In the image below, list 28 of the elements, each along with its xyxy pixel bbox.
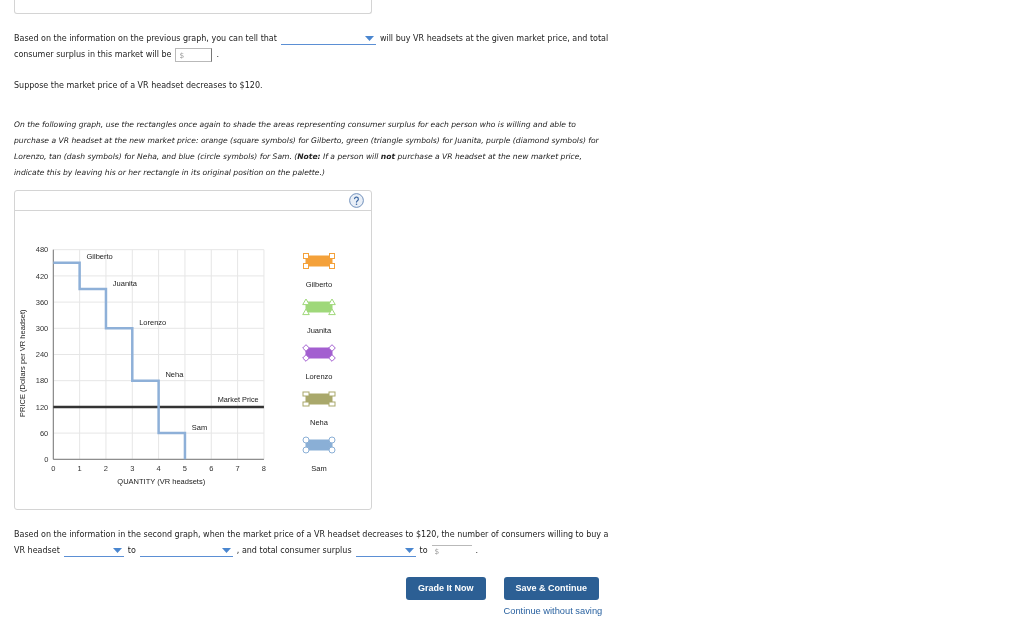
rectangle-square-handles-icon[interactable] — [301, 252, 337, 270]
question-text: . — [475, 545, 479, 557]
rectangle-triangle-handles-icon[interactable] — [301, 298, 337, 316]
question-text: to — [127, 545, 136, 557]
question-text: consumer surplus in this market will be — [14, 49, 172, 61]
question-text: to — [419, 545, 428, 557]
question-text: will buy VR headsets at the given market price, and total — [379, 33, 609, 45]
rectangle-dash-handles-icon[interactable] — [301, 390, 337, 408]
answer-dropdown[interactable] — [355, 545, 416, 557]
caret-down-icon — [221, 548, 231, 553]
answer-dropdown[interactable] — [280, 33, 376, 45]
continue-link[interactable]: Continue without saving — [503, 605, 603, 617]
rectangle-circle-handles-icon[interactable] — [301, 436, 337, 454]
grade-button[interactable]: Grade It Now — [406, 577, 486, 600]
answer-dropdown[interactable] — [139, 545, 233, 557]
caret-down-icon — [112, 548, 122, 553]
question-text: , and total consumer surplus — [236, 545, 352, 557]
rectangle-diamond-handles-icon[interactable] — [301, 344, 337, 362]
save-continue-button[interactable]: Save & Continue — [503, 577, 600, 600]
answer-dropdown[interactable] — [63, 545, 124, 557]
caret-down-icon — [404, 548, 414, 553]
caret-down-icon — [364, 36, 374, 41]
question-text: Based on the information on the previous graph, you can tell that — [14, 33, 277, 45]
question-text: Based on the information in the second graph, when the market price of a VR headset decreases to $120, the number of consumers willing to buy a — [14, 529, 609, 541]
question-text: . — [216, 49, 219, 61]
help-icon[interactable] — [349, 193, 364, 208]
question-text: VR headset — [14, 545, 60, 557]
scenario-text: Suppose the market price of a VR headset decreases to $120. — [14, 80, 263, 92]
